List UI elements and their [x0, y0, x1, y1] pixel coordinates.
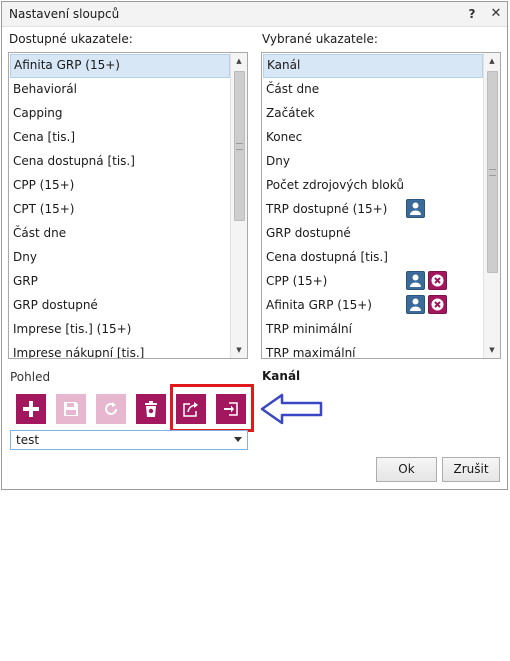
annotation-arrow-icon [260, 393, 323, 425]
selected-scrollbar[interactable]: ▲ ▼ [483, 53, 500, 358]
available-list-item[interactable]: GRP dostupné [9, 294, 231, 318]
cancel-button[interactable]: Zrušit [442, 457, 500, 482]
person-icon[interactable] [406, 271, 425, 290]
remove-icon[interactable] [428, 295, 447, 314]
selected-list-item[interactable]: Konec [262, 126, 484, 150]
list-item-label: Imprese nákupní [tis.] [13, 346, 145, 359]
current-column-name: Kanál [262, 369, 301, 383]
highlight-annotation-box [170, 384, 254, 432]
list-item-label: GRP dostupné [13, 298, 98, 312]
scroll-up-arrow-icon[interactable]: ▲ [484, 53, 500, 69]
scroll-thumb[interactable] [234, 71, 245, 221]
list-item-label: Kanál [267, 58, 301, 72]
available-list-item[interactable]: Cena dostupná [tis.] [9, 150, 231, 174]
list-item-label: Dny [266, 154, 290, 168]
selected-list-item[interactable]: Část dne [262, 78, 484, 102]
selected-list-item[interactable]: Cena dostupná [tis.] [262, 246, 484, 270]
selected-list-item[interactable]: Počet zdrojových bloků [262, 174, 484, 198]
list-item-label: Afinita GRP (15+) [14, 58, 120, 72]
add-view-button[interactable] [16, 394, 46, 424]
list-item-label: TRP minimální [266, 322, 352, 336]
available-list-item[interactable]: CPP (15+) [9, 174, 231, 198]
list-item-label: Cena dostupná [tis.] [13, 154, 135, 168]
selected-list-item[interactable]: GRP dostupné [262, 222, 484, 246]
close-button[interactable]: ✕ [487, 5, 505, 23]
list-item-label: Konec [266, 130, 303, 144]
list-item-label: Začátek [266, 106, 315, 120]
scroll-thumb[interactable] [487, 71, 498, 273]
list-item-label: GRP [13, 274, 38, 288]
selected-list[interactable]: Kanál Část dne Začátek Konec Dny Počet zdrojo… [261, 52, 501, 359]
scroll-down-arrow-icon[interactable]: ▼ [231, 342, 247, 358]
list-item-label: TRP maximální [266, 346, 356, 359]
selected-list-item[interactable]: CPP (15+) [262, 270, 484, 294]
available-list-item[interactable]: Cena [tis.] [9, 126, 231, 150]
available-list[interactable]: Afinita GRP (15+) Behaviorál Capping Cena [… [8, 52, 248, 359]
dialog-title: Nastavení sloupců [9, 7, 120, 21]
available-list-item[interactable]: Behaviorál [9, 78, 231, 102]
list-item-label: Behaviorál [13, 82, 77, 96]
delete-icon [145, 401, 157, 417]
row-actions [406, 271, 447, 290]
view-label: Pohled [10, 370, 51, 384]
selected-label: Vybrané ukazatele: [262, 32, 378, 46]
list-item-label: Afinita GRP (15+) [266, 298, 372, 312]
scroll-up-arrow-icon[interactable]: ▲ [231, 53, 247, 69]
available-list-item[interactable]: Imprese [tis.] (15+) [9, 318, 231, 342]
list-item-label: Počet zdrojových bloků [266, 178, 404, 192]
scroll-down-arrow-icon[interactable]: ▼ [484, 342, 500, 358]
available-list-item[interactable]: Imprese nákupní [tis.] [9, 342, 231, 359]
selected-list-item[interactable]: Kanál [263, 54, 483, 78]
column-settings-dialog: Nastavení sloupců ? ✕ Dostupné ukazatele… [1, 1, 508, 490]
title-bar: Nastavení sloupců ? ✕ [2, 2, 507, 27]
list-item-label: Capping [13, 106, 63, 120]
available-list-item[interactable]: Capping [9, 102, 231, 126]
list-item-label: Cena dostupná [tis.] [266, 250, 388, 264]
selected-list-item[interactable]: TRP maximální [262, 342, 484, 359]
list-item-label: GRP dostupné [266, 226, 351, 240]
list-item-label: Část dne [266, 82, 320, 96]
available-list-item[interactable]: CPT (15+) [9, 198, 231, 222]
remove-icon[interactable] [428, 271, 447, 290]
refresh-icon [105, 402, 117, 415]
selected-list-item[interactable]: TRP minimální [262, 318, 484, 342]
list-item-label: CPP (15+) [13, 178, 75, 192]
list-item-label: CPP (15+) [266, 274, 328, 288]
row-actions [406, 295, 447, 314]
delete-view-button[interactable] [136, 394, 166, 424]
available-scrollbar[interactable]: ▲ ▼ [230, 53, 247, 358]
list-item-label: CPT (15+) [13, 202, 75, 216]
list-item-label: Dny [13, 250, 37, 264]
list-item-label: Cena [tis.] [13, 130, 76, 144]
save-icon [64, 402, 78, 416]
list-item-label: Část dne [13, 226, 67, 240]
help-button[interactable]: ? [463, 5, 481, 23]
selected-list-items: Kanál Část dne Začátek Konec Dny Počet zdrojo… [262, 53, 484, 358]
person-icon[interactable] [406, 295, 425, 314]
available-list-items: Afinita GRP (15+) Behaviorál Capping Cena [… [9, 53, 231, 358]
available-list-item[interactable]: Dny [9, 246, 231, 270]
available-list-item[interactable]: Část dne [9, 222, 231, 246]
selected-list-item[interactable]: TRP dostupné (15+) [262, 198, 484, 222]
list-item-label: TRP dostupné (15+) [266, 202, 388, 216]
refresh-view-button[interactable] [96, 394, 126, 424]
ok-button[interactable]: Ok [376, 457, 437, 482]
row-actions [406, 199, 425, 218]
person-icon[interactable] [406, 199, 425, 218]
view-select[interactable]: test [10, 430, 248, 450]
list-item-label: Imprese [tis.] (15+) [13, 322, 132, 336]
available-list-item[interactable]: GRP [9, 270, 231, 294]
available-label: Dostupné ukazatele: [9, 32, 133, 46]
selected-list-item[interactable]: Afinita GRP (15+) [262, 294, 484, 318]
view-select-value: test [16, 433, 40, 447]
plus-icon [23, 401, 39, 417]
chevron-down-icon [234, 437, 242, 442]
available-list-item[interactable]: Afinita GRP (15+) [10, 54, 230, 78]
save-view-button[interactable] [56, 394, 86, 424]
selected-list-item[interactable]: Dny [262, 150, 484, 174]
selected-list-item[interactable]: Začátek [262, 102, 484, 126]
